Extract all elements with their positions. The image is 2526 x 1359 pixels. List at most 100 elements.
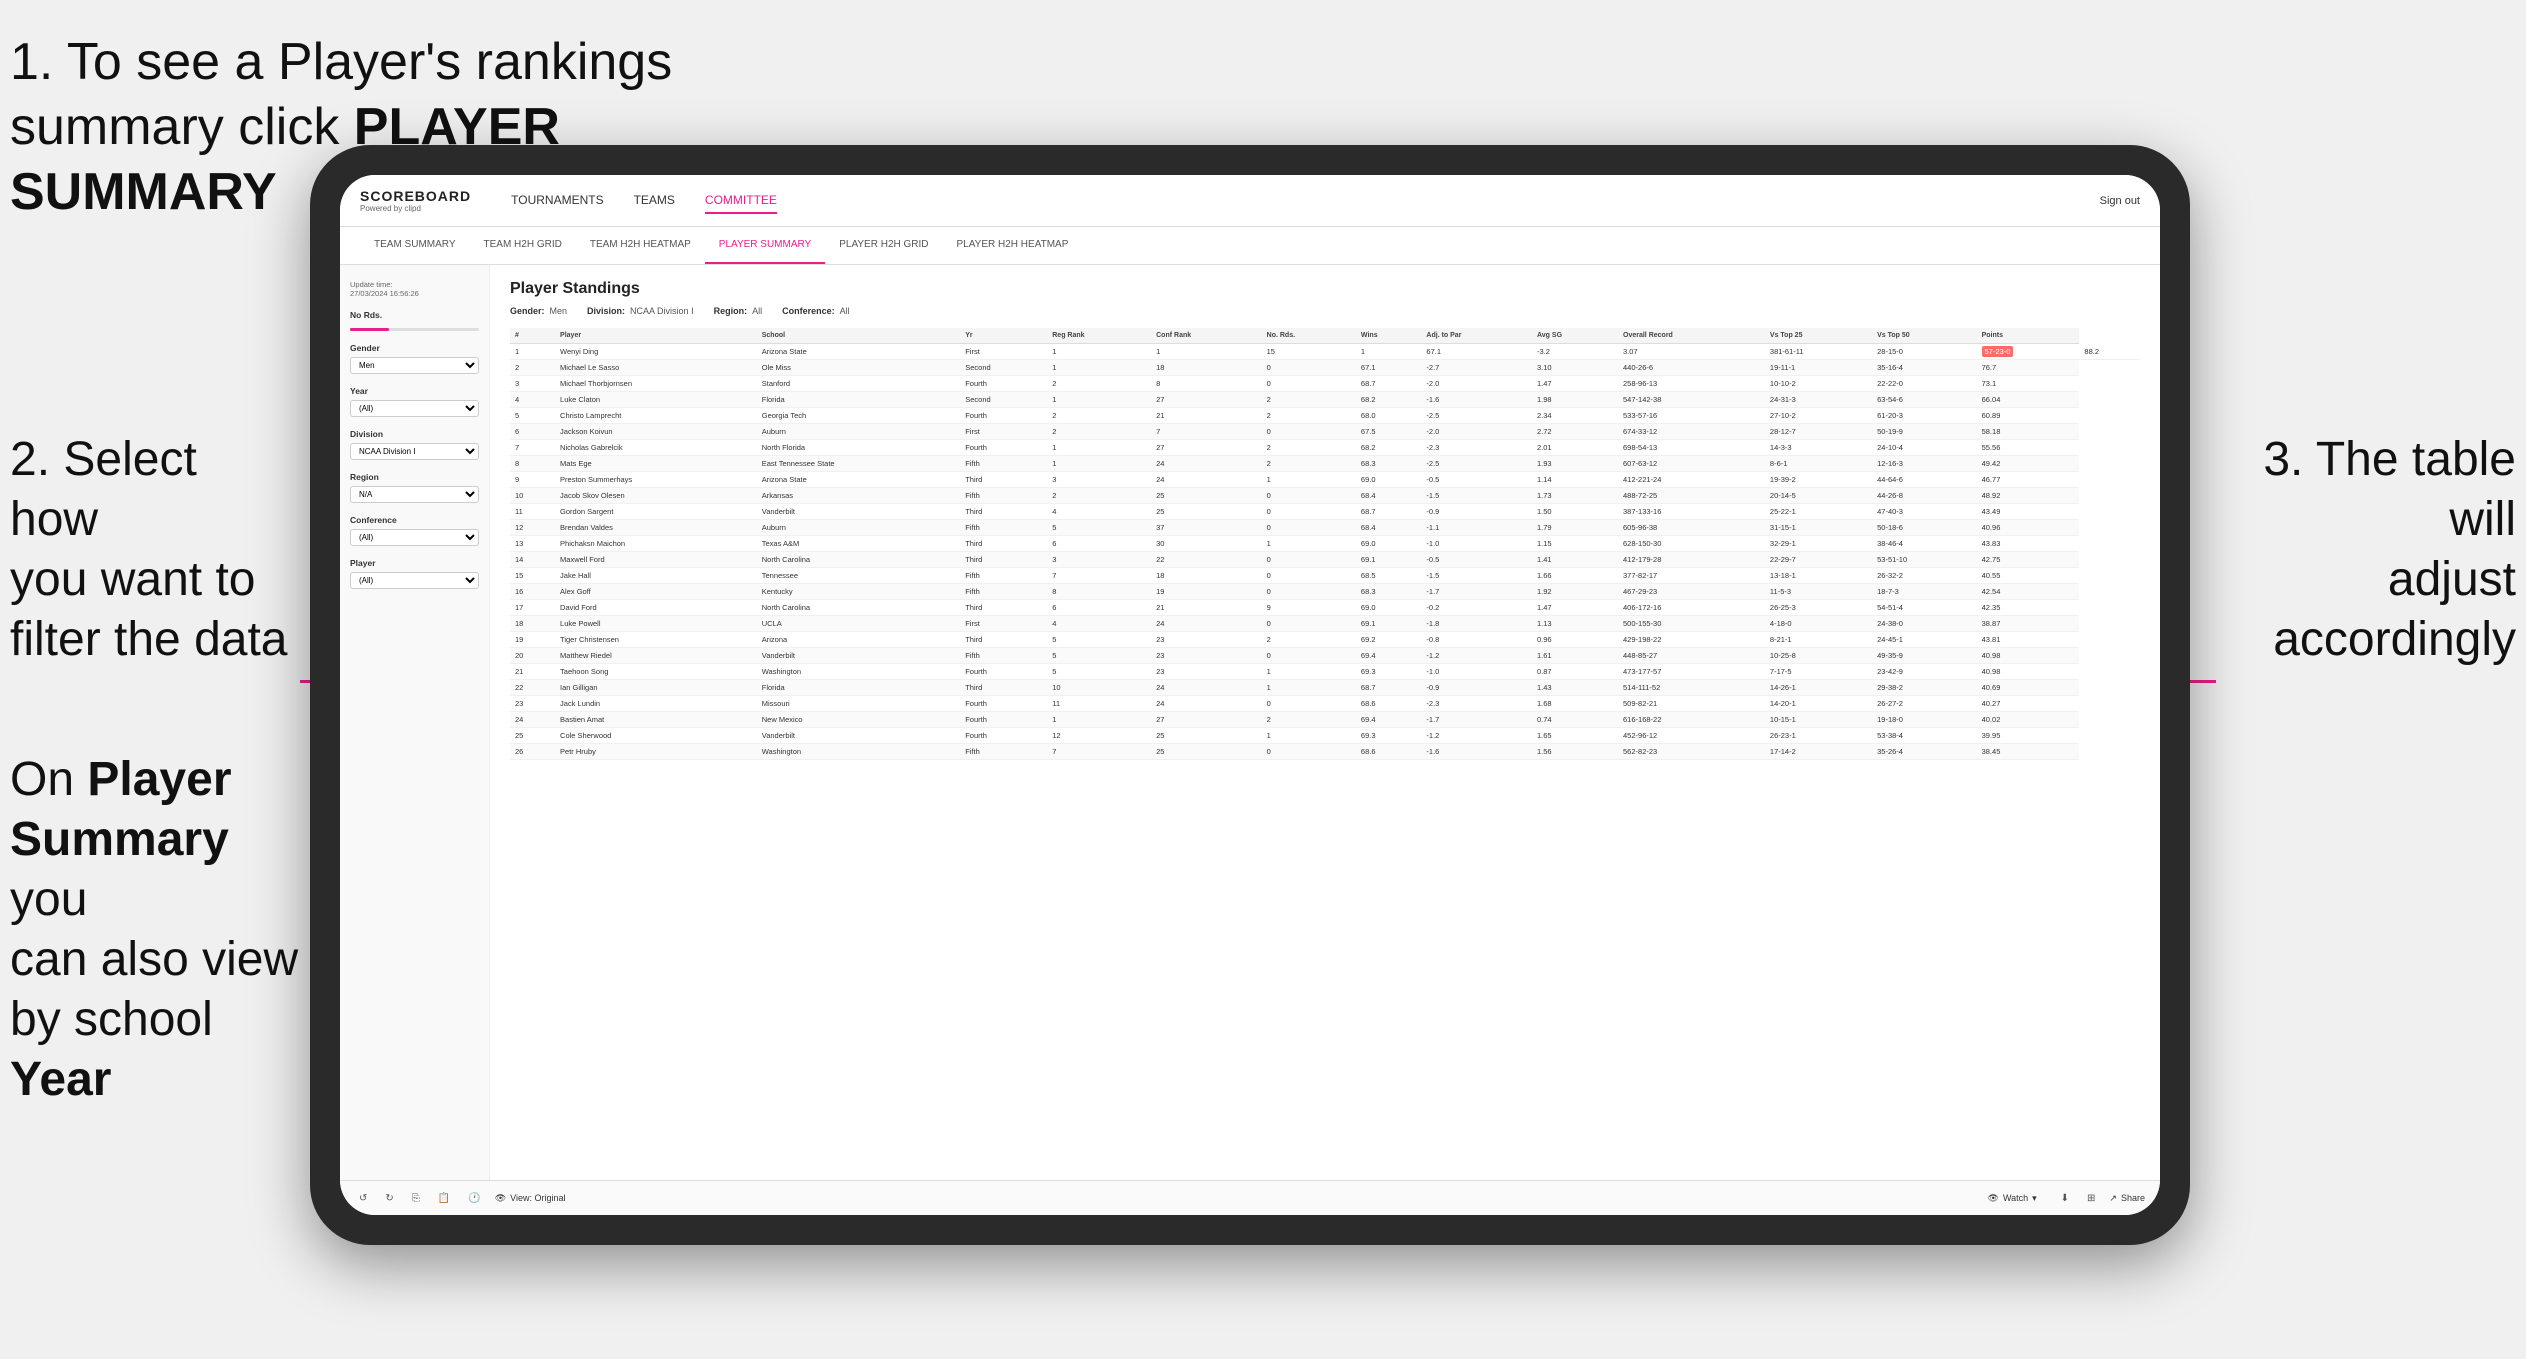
table-cell: -2.7 [1421, 360, 1532, 376]
table-row[interactable]: 22Ian GilliganFloridaThird1024168.7-0.91… [510, 680, 2140, 696]
logo-title: SCOREBOARD [360, 188, 471, 204]
download-btn[interactable]: ⬇ [2057, 1191, 2073, 1206]
table-cell: -2.5 [1421, 408, 1532, 424]
region-select[interactable]: N/A All [350, 486, 479, 503]
table-row[interactable]: 15Jake HallTennesseeFifth718068.5-1.51.6… [510, 568, 2140, 584]
table-row[interactable]: 19Tiger ChristensenArizonaThird523269.2-… [510, 632, 2140, 648]
logo-subtitle: Powered by clipd [360, 204, 471, 213]
player-select[interactable]: (All) [350, 572, 479, 589]
year-select[interactable]: (All) First Second Third Fourth Fifth [350, 400, 479, 417]
table-cell: 1 [1151, 344, 1262, 360]
table-cell: 381-61-11 [1765, 344, 1872, 360]
table-row[interactable]: 10Jacob Skov OlesenArkansasFifth225068.4… [510, 488, 2140, 504]
view-original[interactable]: 👁 View: Original [495, 1193, 566, 1204]
table-row[interactable]: 5Christo LamprechtGeorgia TechFourth2212… [510, 408, 2140, 424]
table-cell: 8 [1151, 376, 1262, 392]
table-cell: Cole Sherwood [555, 728, 757, 744]
table-cell: -1.2 [1421, 648, 1532, 664]
table-cell: 69.1 [1356, 552, 1422, 568]
conference-select[interactable]: (All) [350, 529, 479, 546]
table-cell: 24 [1151, 472, 1262, 488]
table-row[interactable]: 18Luke PowellUCLAFirst424069.1-1.81.1350… [510, 616, 2140, 632]
table-cell: Texas A&M [757, 536, 960, 552]
table-cell: 1.79 [1532, 520, 1618, 536]
table-cell: Washington [757, 744, 960, 760]
table-row[interactable]: 17David FordNorth CarolinaThird621969.0-… [510, 600, 2140, 616]
division-select[interactable]: NCAA Division I NCAA Division II [350, 443, 479, 460]
table-row[interactable]: 4Luke ClatonFloridaSecond127268.2-1.61.9… [510, 392, 2140, 408]
table-row[interactable]: 26Petr HrubyWashingtonFifth725068.6-1.61… [510, 744, 2140, 760]
table-cell: 1.98 [1532, 392, 1618, 408]
subnav-team-h2h-grid[interactable]: TEAM H2H GRID [470, 227, 576, 264]
table-row[interactable]: 9Preston SummerhaysArizona StateThird324… [510, 472, 2140, 488]
sidebar-region: Region N/A All [350, 472, 479, 503]
table-row[interactable]: 21Taehoon SongWashingtonFourth523169.3-1… [510, 664, 2140, 680]
table-row[interactable]: 1Wenyi DingArizona StateFirst1115167.1-3… [510, 344, 2140, 360]
table-row[interactable]: 23Jack LundinMissouriFourth1124068.6-2.3… [510, 696, 2140, 712]
table-cell: 0.74 [1532, 712, 1618, 728]
view-label: View: Original [510, 1193, 565, 1203]
no-rds-slider[interactable] [350, 328, 479, 331]
table-row[interactable]: 14Maxwell FordNorth CarolinaThird322069.… [510, 552, 2140, 568]
table-cell: Ole Miss [757, 360, 960, 376]
bottom-toolbar: ↺ ↻ ⎘ 📋 🕐 👁 View: Original 👁 Watch ▾ ⬇ ⊞… [340, 1180, 2160, 1215]
subnav-player-summary[interactable]: PLAYER SUMMARY [705, 227, 825, 264]
table-cell: 11 [510, 504, 555, 520]
table-cell: Preston Summerhays [555, 472, 757, 488]
table-cell: 2 [1047, 488, 1151, 504]
nav-teams[interactable]: TEAMS [634, 188, 675, 214]
table-cell: 605-96-38 [1618, 520, 1765, 536]
share-label: Share [2121, 1193, 2145, 1203]
gender-select[interactable]: Men Women [350, 357, 479, 374]
table-cell: 1.93 [1532, 456, 1618, 472]
table-row[interactable]: 25Cole SherwoodVanderbiltFourth1225169.3… [510, 728, 2140, 744]
table-cell: 25 [510, 728, 555, 744]
slider-track [350, 328, 479, 331]
table-row[interactable]: 3Michael ThorbjornsenStanfordFourth28068… [510, 376, 2140, 392]
undo-btn[interactable]: ↺ [355, 1191, 371, 1206]
subnav-player-h2h-heatmap[interactable]: PLAYER H2H HEATMAP [943, 227, 1083, 264]
subnav-team-summary[interactable]: TEAM SUMMARY [360, 227, 470, 264]
table-cell: First [960, 424, 1047, 440]
table-row[interactable]: 20Matthew RiedelVanderbiltFifth523069.4-… [510, 648, 2140, 664]
subnav-player-h2h-grid[interactable]: PLAYER H2H GRID [825, 227, 942, 264]
clock-btn[interactable]: 🕐 [464, 1191, 484, 1206]
table-row[interactable]: 6Jackson KoivunAuburnFirst27067.5-2.02.7… [510, 424, 2140, 440]
table-cell: -1.2 [1421, 728, 1532, 744]
table-cell: -1.0 [1421, 536, 1532, 552]
redo-btn[interactable]: ↻ [381, 1191, 397, 1206]
table-row[interactable]: 8Mats EgeEast Tennessee StateFifth124268… [510, 456, 2140, 472]
table-cell: 13 [510, 536, 555, 552]
table-cell: North Carolina [757, 600, 960, 616]
table-title: Player Standings [510, 280, 2140, 298]
table-row[interactable]: 7Nicholas GabrelcikNorth FloridaFourth12… [510, 440, 2140, 456]
subnav-team-h2h-heatmap[interactable]: TEAM H2H HEATMAP [576, 227, 705, 264]
table-row[interactable]: 2Michael Le SassoOle MissSecond118067.1-… [510, 360, 2140, 376]
logo-area: SCOREBOARD Powered by clipd [360, 188, 471, 213]
table-cell: 29-38-2 [1872, 680, 1977, 696]
table-cell: 0 [1262, 376, 1356, 392]
share-btn[interactable]: ↗ Share [2109, 1193, 2145, 1204]
paste-btn[interactable]: 📋 [434, 1191, 454, 1206]
copy-btn[interactable]: ⎘ [408, 1191, 424, 1206]
table-row[interactable]: 12Brendan ValdesAuburnFifth537068.4-1.11… [510, 520, 2140, 536]
player-standings-table: # Player School Yr Reg Rank Conf Rank No… [510, 328, 2140, 760]
nav-tournaments[interactable]: TOURNAMENTS [511, 188, 603, 214]
table-cell: Vanderbilt [757, 504, 960, 520]
table-cell: Jake Hall [555, 568, 757, 584]
sidebar-conference: Conference (All) [350, 515, 479, 546]
table-cell: 27 [1151, 440, 1262, 456]
col-vs-top25: Vs Top 25 [1765, 328, 1872, 344]
watch-btn[interactable]: 👁 Watch ▾ [1988, 1193, 2037, 1204]
table-cell: -2.0 [1421, 424, 1532, 440]
grid-btn[interactable]: ⊞ [2083, 1191, 2099, 1206]
table-cell: 0 [1262, 744, 1356, 760]
table-cell: 5 [1047, 632, 1151, 648]
table-row[interactable]: 24Bastien AmatNew MexicoFourth127269.4-1… [510, 712, 2140, 728]
table-row[interactable]: 16Alex GoffKentuckyFifth819068.3-1.71.92… [510, 584, 2140, 600]
nav-committee[interactable]: COMMITTEE [705, 188, 777, 214]
table-row[interactable]: 13Phichaksn MaichonTexas A&MThird630169.… [510, 536, 2140, 552]
table-row[interactable]: 11Gordon SargentVanderbiltThird425068.7-… [510, 504, 2140, 520]
table-cell: Alex Goff [555, 584, 757, 600]
sign-out-link[interactable]: Sign out [2100, 195, 2140, 207]
